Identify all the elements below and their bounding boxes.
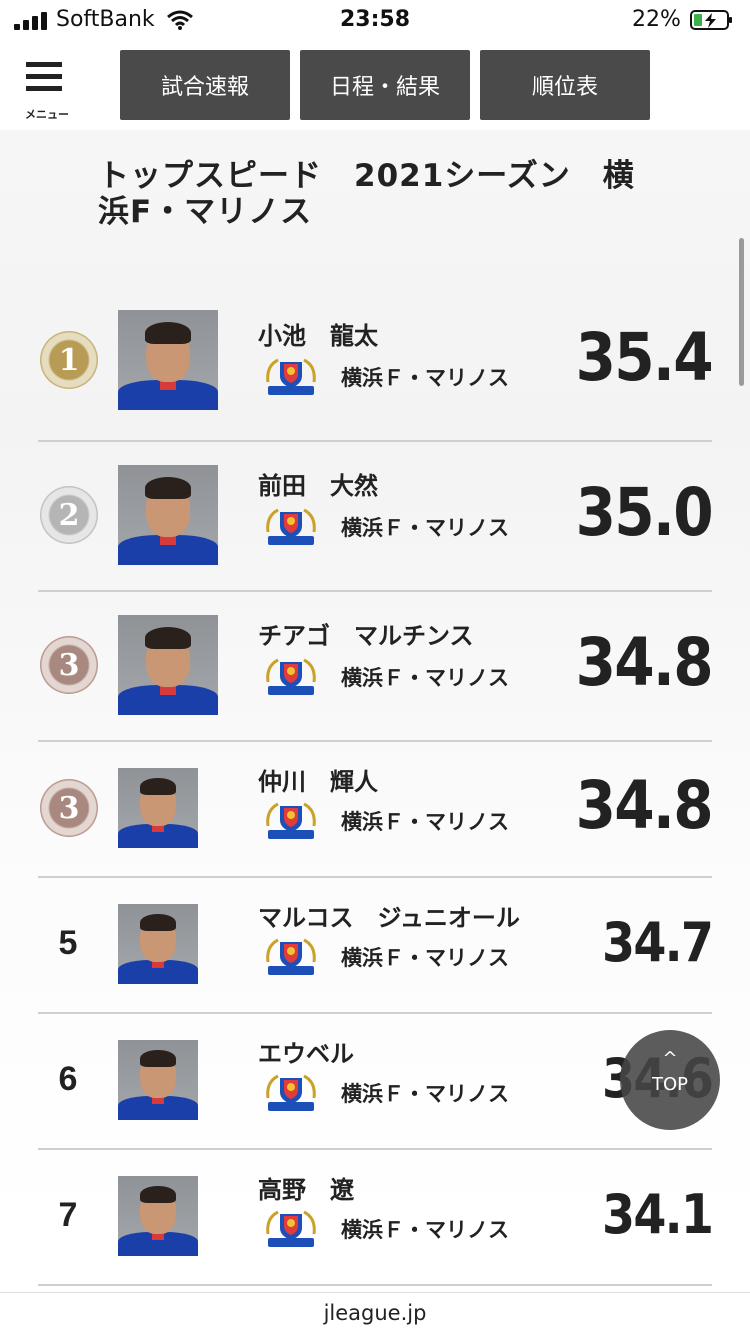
menu-label: メニュー [25, 108, 69, 121]
player-photo [118, 465, 218, 565]
club-name: 横浜Ｆ・マリノス [341, 810, 509, 834]
back-to-top-label: TOP [651, 1074, 689, 1095]
page-title: トップスピード 2021シーズン 横浜F・マリノス [98, 158, 635, 230]
player-name[interactable]: エウベル [258, 1034, 354, 1069]
rank-number: 6 [58, 1060, 78, 1098]
tab-standings[interactable]: 順位表 [480, 50, 650, 120]
battery-percent: 22% [632, 7, 681, 32]
player-name[interactable]: 小池 龍太 [258, 316, 378, 351]
club-emblem-icon [266, 358, 316, 395]
player-name[interactable]: チアゴ マルチンス [258, 616, 474, 651]
chevron-up-icon: ^ [662, 1048, 678, 1069]
player-photo [118, 1040, 198, 1120]
bronze-medal-icon: 3 [40, 779, 98, 837]
battery-charging-icon [690, 10, 732, 30]
ranking-row: 3 チアゴ マルチンス横浜Ｆ・マリノス 34.8 [38, 590, 714, 742]
player-name[interactable]: 前田 大然 [258, 466, 378, 501]
silver-medal-icon: 2 [40, 486, 98, 544]
top-speed-value: 34.8 [575, 624, 714, 702]
hamburger-icon-bar [26, 74, 62, 79]
club-name: 横浜Ｆ・マリノス [341, 946, 509, 970]
tab-live-scores[interactable]: 試合速報 [120, 50, 290, 120]
top-speed-value: 34.7 [601, 910, 714, 974]
player-name[interactable]: 仲川 輝人 [258, 762, 378, 797]
ranking-row: 6エウベル横浜Ｆ・マリノス34.6 [38, 1012, 714, 1150]
player-photo [118, 904, 198, 984]
club-name: 横浜Ｆ・マリノス [341, 666, 509, 690]
club-emblem-icon [266, 802, 316, 839]
ranking-row: 2 前田 大然横浜Ｆ・マリノス 35.0 [38, 440, 714, 592]
rank-number: 5 [58, 924, 78, 962]
hamburger-icon-bar [26, 86, 62, 91]
ranking-row: 1 小池 龍太横浜Ｆ・マリノス 35.4 [38, 280, 714, 442]
club-name: 横浜Ｆ・マリノス [341, 516, 509, 540]
club-name: 横浜Ｆ・マリノス [341, 1082, 509, 1106]
player-name[interactable]: 高野 遼 [258, 1170, 354, 1205]
player-photo [118, 615, 218, 715]
club-emblem-icon [266, 1074, 316, 1111]
scrollbar[interactable] [739, 238, 744, 386]
status-bar: SoftBank 23:58 22% [0, 0, 750, 42]
tab-schedule-results[interactable]: 日程・結果 [300, 50, 470, 120]
back-to-top-button[interactable]: ^ TOP [620, 1030, 720, 1130]
club-emblem-icon [266, 508, 316, 545]
ranking-row: 3 仲川 輝人横浜Ｆ・マリノス 34.8 [38, 740, 714, 878]
menu-button[interactable]: メニュー [14, 50, 78, 121]
club-name: 横浜Ｆ・マリノス [341, 1218, 509, 1242]
ranking-row: 7 高野 遼横浜Ｆ・マリノス 34.1 [38, 1148, 714, 1286]
top-speed-value: 35.4 [575, 319, 714, 397]
club-emblem-icon [266, 658, 316, 695]
rank-number: 7 [58, 1196, 78, 1234]
club-name: 横浜Ｆ・マリノス [341, 366, 509, 390]
bronze-medal-icon: 3 [40, 636, 98, 694]
player-photo [118, 768, 198, 848]
club-emblem-icon [266, 1210, 316, 1247]
site-domain: jleague.jp [323, 1301, 427, 1325]
top-speed-value: 34.1 [601, 1182, 714, 1246]
top-speed-value: 34.8 [575, 767, 714, 845]
hamburger-icon [26, 62, 62, 67]
top-speed-value: 35.0 [575, 474, 714, 552]
gold-medal-icon: 1 [40, 331, 98, 389]
club-emblem-icon [266, 938, 316, 975]
player-photo [118, 1176, 198, 1256]
player-photo [118, 310, 218, 410]
top-navigation: メニュー 試合速報 日程・結果 順位表 [0, 42, 750, 130]
player-name[interactable]: マルコス ジュニオール [258, 898, 520, 933]
ranking-row: 5 マルコス ジュニオール横浜Ｆ・マリノス 34.7 [38, 876, 714, 1014]
browser-address-bar[interactable]: jleague.jp [0, 1292, 750, 1335]
